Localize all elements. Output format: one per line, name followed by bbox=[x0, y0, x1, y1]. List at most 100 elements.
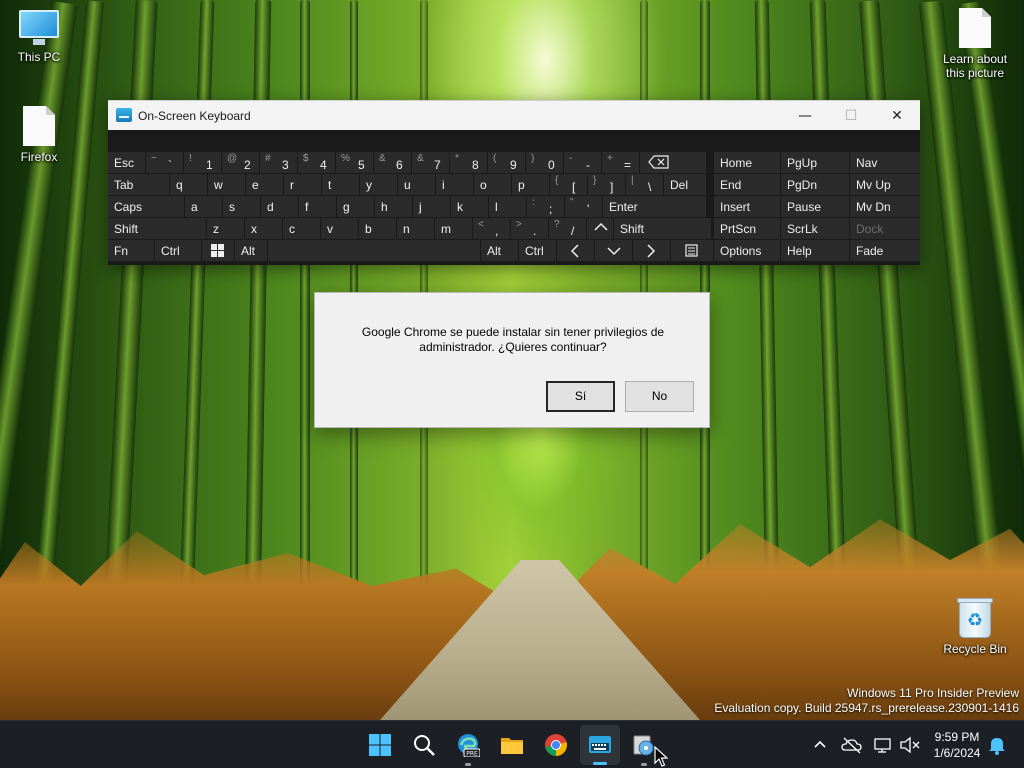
key-pause[interactable]: Pause bbox=[781, 196, 849, 217]
key-r[interactable]: r bbox=[284, 174, 321, 195]
key-windows-logo[interactable] bbox=[202, 240, 234, 261]
key-p[interactable]: p bbox=[512, 174, 549, 195]
close-button[interactable]: ✕ bbox=[874, 101, 920, 131]
key-mv-dn[interactable]: Mv Dn bbox=[850, 196, 920, 217]
key-blank[interactable]: {[ bbox=[550, 174, 587, 195]
key-w[interactable]: w bbox=[208, 174, 245, 195]
key-h[interactable]: h bbox=[375, 196, 412, 217]
notification-bell-icon[interactable] bbox=[985, 733, 1009, 757]
key-m[interactable]: m bbox=[435, 218, 472, 239]
key-blank[interactable]: | \ bbox=[626, 174, 663, 195]
key-t[interactable]: t bbox=[322, 174, 359, 195]
key-shift[interactable]: Shift bbox=[108, 218, 206, 239]
key-alt[interactable]: Alt bbox=[235, 240, 267, 261]
chrome-install-dialog[interactable]: Google Chrome se puede instalar sin tene… bbox=[314, 292, 710, 428]
volume-muted-icon[interactable] bbox=[898, 733, 922, 757]
key-fn[interactable]: Fn bbox=[108, 240, 154, 261]
onedrive-offline-icon[interactable] bbox=[840, 733, 864, 757]
file-explorer-button[interactable] bbox=[492, 725, 532, 765]
key-l[interactable]: l bbox=[489, 196, 526, 217]
key-enter[interactable]: Enter bbox=[603, 196, 706, 217]
key-dock[interactable]: Dock bbox=[850, 218, 920, 239]
key-home[interactable]: Home bbox=[714, 152, 780, 173]
edge-beta-button[interactable]: PRE bbox=[448, 725, 488, 766]
chevron-up-icon[interactable] bbox=[808, 733, 832, 757]
key-pgup[interactable]: PgUp bbox=[781, 152, 849, 173]
key-4[interactable]: $4 bbox=[298, 152, 335, 173]
key-help[interactable]: Help bbox=[781, 240, 849, 261]
desktop-icon-recycle-bin[interactable]: ♻ Recycle Bin bbox=[937, 596, 1013, 656]
osk-titlebar[interactable]: On-Screen Keyboard — ☐ ✕ bbox=[108, 100, 920, 130]
key-q[interactable]: q bbox=[170, 174, 207, 195]
key-ctrl[interactable]: Ctrl bbox=[155, 240, 201, 261]
key-insert[interactable]: Insert bbox=[714, 196, 780, 217]
key-j[interactable]: j bbox=[413, 196, 450, 217]
key-8[interactable]: * 8 bbox=[450, 152, 487, 173]
key-shift[interactable]: Shift bbox=[614, 218, 711, 239]
key-alt[interactable]: Alt bbox=[481, 240, 518, 261]
key-6[interactable]: & 6 bbox=[374, 152, 411, 173]
key-e[interactable]: e bbox=[246, 174, 283, 195]
key-n[interactable]: n bbox=[397, 218, 434, 239]
key-f[interactable]: f bbox=[299, 196, 336, 217]
key-c[interactable]: c bbox=[283, 218, 320, 239]
key-arrow-right[interactable] bbox=[633, 240, 670, 261]
key-space[interactable] bbox=[268, 240, 480, 261]
key-pgdn[interactable]: PgDn bbox=[781, 174, 849, 195]
key-s[interactable]: s bbox=[223, 196, 260, 217]
key-fade[interactable]: Fade bbox=[850, 240, 920, 261]
key-2[interactable]: @2 bbox=[222, 152, 259, 173]
key-del[interactable]: Del bbox=[664, 174, 706, 195]
key-blank[interactable]: ~ ` bbox=[146, 152, 183, 173]
key-menu[interactable] bbox=[671, 240, 713, 261]
key-o[interactable]: o bbox=[474, 174, 511, 195]
key-5[interactable]: % 5 bbox=[336, 152, 373, 173]
key-a[interactable]: a bbox=[185, 196, 222, 217]
key-arrow-down[interactable] bbox=[595, 240, 632, 261]
key-blank[interactable]: }] bbox=[588, 174, 625, 195]
network-icon[interactable] bbox=[872, 733, 896, 757]
key-blank[interactable]: + = bbox=[602, 152, 639, 173]
key-arrow-left[interactable] bbox=[557, 240, 594, 261]
key-arrow-up[interactable] bbox=[587, 218, 613, 239]
key-0[interactable]: ) 0 bbox=[526, 152, 563, 173]
key-k[interactable]: k bbox=[451, 196, 488, 217]
taskbar-clock[interactable]: 9:59 PM 1/6/2024 bbox=[926, 729, 988, 761]
key-caps[interactable]: Caps bbox=[108, 196, 184, 217]
key-u[interactable]: u bbox=[398, 174, 435, 195]
key-blank[interactable]: -- bbox=[564, 152, 601, 173]
key-1[interactable]: ! 1 bbox=[184, 152, 221, 173]
on-screen-keyboard-window[interactable]: On-Screen Keyboard — ☐ ✕ Esc ~ `! 1 @2 #3 $4% 5… bbox=[108, 100, 920, 265]
key-ctrl[interactable]: Ctrl bbox=[519, 240, 556, 261]
key-7[interactable]: & 7 bbox=[412, 152, 449, 173]
desktop-icon-firefox[interactable]: Firefox bbox=[1, 106, 77, 164]
chrome-button[interactable] bbox=[536, 725, 576, 765]
key-scrlk[interactable]: ScrLk bbox=[781, 218, 849, 239]
key-prtscn[interactable]: PrtScn bbox=[714, 218, 780, 239]
on-screen-keyboard-button[interactable] bbox=[580, 725, 620, 765]
key-esc[interactable]: Esc bbox=[108, 152, 145, 173]
key-3[interactable]: #3 bbox=[260, 152, 297, 173]
key-9[interactable]: (9 bbox=[488, 152, 525, 173]
search-button[interactable] bbox=[404, 725, 444, 765]
key-i[interactable]: i bbox=[436, 174, 473, 195]
desktop-icon-this-pc[interactable]: This PC bbox=[1, 10, 77, 64]
key-blank[interactable]: :; bbox=[527, 196, 564, 217]
key-d[interactable]: d bbox=[261, 196, 298, 217]
key-tab[interactable]: Tab bbox=[108, 174, 169, 195]
yes-button[interactable]: Sí bbox=[546, 381, 615, 412]
key-options[interactable]: Options bbox=[714, 240, 780, 261]
start-button[interactable] bbox=[360, 725, 400, 765]
key-blank[interactable]: ? / bbox=[549, 218, 586, 239]
key-blank[interactable]: " ' bbox=[565, 196, 602, 217]
key-nav[interactable]: Nav bbox=[850, 152, 920, 173]
key-end[interactable]: End bbox=[714, 174, 780, 195]
desktop-icon-learn-about-picture[interactable]: Learn about this picture bbox=[936, 8, 1014, 80]
key-mv-up[interactable]: Mv Up bbox=[850, 174, 920, 195]
key-g[interactable]: g bbox=[337, 196, 374, 217]
key-backspace[interactable] bbox=[640, 152, 706, 173]
no-button[interactable]: No bbox=[625, 381, 694, 412]
key-x[interactable]: x bbox=[245, 218, 282, 239]
key-b[interactable]: b bbox=[359, 218, 396, 239]
minimize-button[interactable]: — bbox=[782, 101, 828, 131]
